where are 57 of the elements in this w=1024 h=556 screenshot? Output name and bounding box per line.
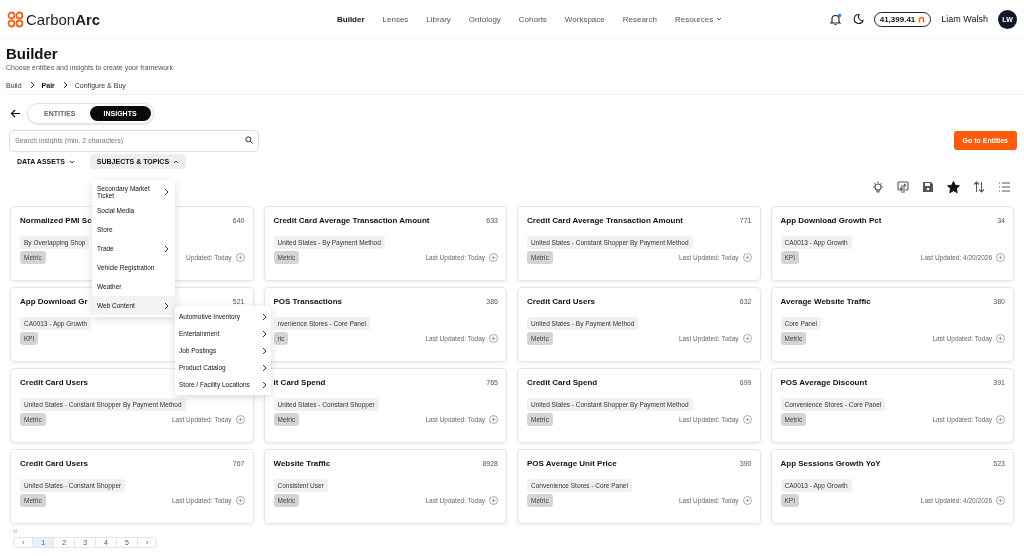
caret-icon xyxy=(68,158,75,165)
add-icon[interactable] xyxy=(996,496,1005,505)
card-title: POS Transactions xyxy=(273,297,342,306)
search-icon[interactable] xyxy=(245,136,253,144)
coin-icon xyxy=(918,15,926,23)
card-title: Credit Card Average Transaction Amount xyxy=(273,216,430,225)
nav-link[interactable]: Ontology xyxy=(468,14,501,24)
moon-icon[interactable] xyxy=(851,13,864,25)
card-title: Website Traffic xyxy=(273,459,331,468)
card-title: it Card Spend xyxy=(273,378,326,387)
card-title: Credit Card Users xyxy=(527,297,596,306)
bell-icon[interactable] xyxy=(828,12,842,26)
card-title: Credit Card Users xyxy=(20,378,89,387)
add-icon[interactable] xyxy=(742,415,752,424)
add-icon[interactable] xyxy=(235,253,245,262)
card-title: Credit Card Spend xyxy=(527,378,598,387)
add-icon[interactable] xyxy=(742,253,752,262)
page-title: Builder xyxy=(6,45,59,62)
balance-amount: 41,399.41 xyxy=(879,14,916,24)
add-icon[interactable] xyxy=(996,415,1005,424)
user-name[interactable]: Liam Walsh xyxy=(941,14,988,24)
card-title: Credit Card Users xyxy=(20,459,89,468)
save-icon[interactable] xyxy=(922,181,934,193)
card-title: POS Average Discount xyxy=(780,378,868,387)
add-icon[interactable] xyxy=(489,253,498,262)
logo-text: CarbonArc xyxy=(26,10,101,28)
card-title: App Download Gr xyxy=(20,297,88,306)
card-title: Credit Card Average Transaction Amount xyxy=(527,216,684,225)
list-icon[interactable] xyxy=(998,181,1010,193)
nav-link[interactable]: Cohorts xyxy=(518,14,547,24)
add-icon[interactable] xyxy=(489,334,498,343)
nav-link[interactable]: Lenses xyxy=(382,14,409,24)
nav-link[interactable]: Workspace xyxy=(564,14,605,24)
card-title: App Sessions Growth YoY xyxy=(780,459,881,468)
lightbulb-icon[interactable] xyxy=(872,181,884,194)
add-icon[interactable] xyxy=(742,334,752,343)
swap-icon[interactable] xyxy=(897,181,909,193)
card-title: POS Average Unit Price xyxy=(527,459,617,468)
card-title: App Download Growth Pct xyxy=(780,216,882,225)
nav-link[interactable]: Library xyxy=(426,14,451,24)
sort-icon[interactable] xyxy=(973,181,985,193)
add-icon[interactable] xyxy=(235,415,245,424)
logo-icon xyxy=(7,10,24,28)
add-icon[interactable] xyxy=(996,334,1005,343)
nav-link[interactable]: Research xyxy=(622,14,657,24)
add-icon[interactable] xyxy=(489,496,498,505)
card-title: Average Website Traffic xyxy=(780,297,871,306)
add-icon[interactable] xyxy=(742,496,752,505)
caret-icon xyxy=(173,158,180,165)
add-icon[interactable] xyxy=(489,415,498,424)
star-icon[interactable] xyxy=(947,181,960,193)
add-icon[interactable] xyxy=(996,253,1005,262)
nav-link[interactable]: Builder xyxy=(337,14,365,24)
nav-link[interactable]: Resources xyxy=(675,14,723,24)
add-icon[interactable] xyxy=(235,496,245,505)
card-title: Normalized PMI Sc xyxy=(20,216,92,225)
back-arrow-icon[interactable] xyxy=(10,109,21,118)
